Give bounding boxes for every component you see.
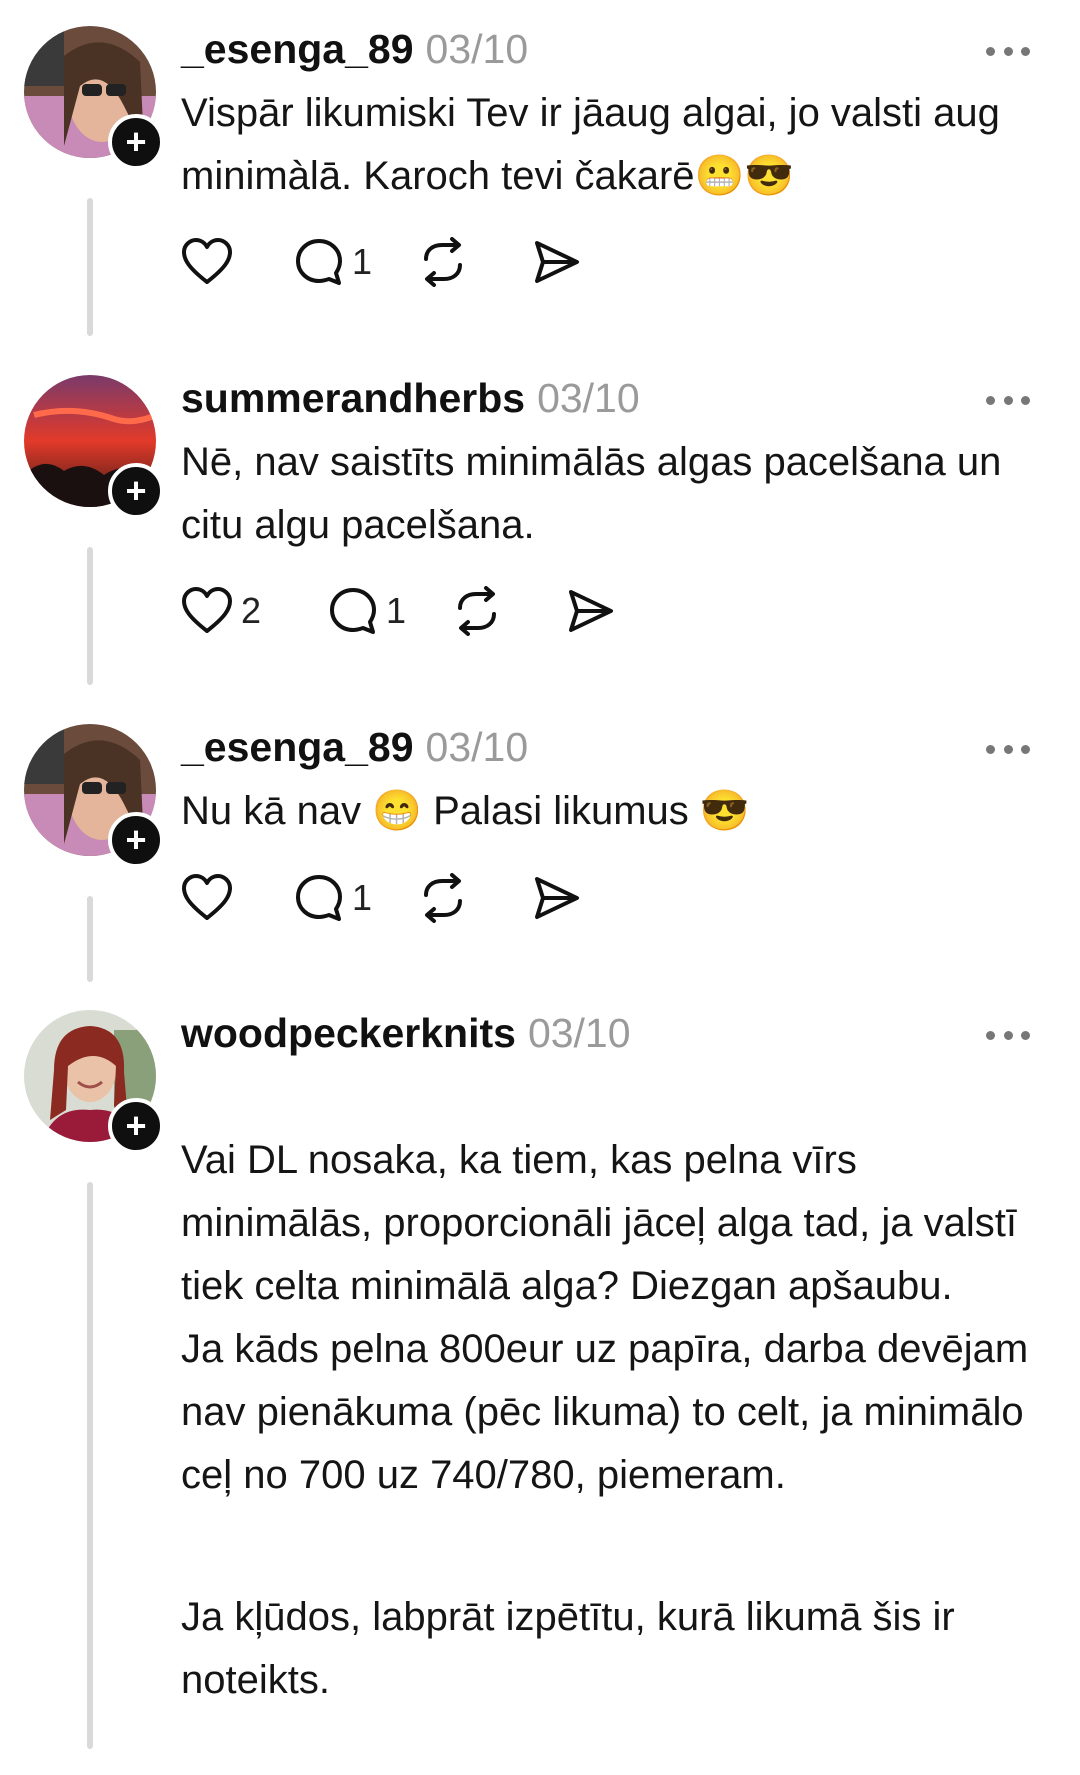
share-button[interactable] bbox=[565, 583, 615, 639]
repost-button[interactable] bbox=[418, 870, 468, 926]
repost-icon bbox=[458, 586, 496, 636]
username[interactable]: _esenga_89 bbox=[181, 724, 414, 771]
more-icon[interactable] bbox=[986, 1028, 1030, 1042]
post-date: 03/10 bbox=[527, 1010, 631, 1056]
username[interactable]: _esenga_89 bbox=[181, 26, 414, 73]
plus-icon: + bbox=[125, 1105, 147, 1146]
follow-button[interactable]: + bbox=[108, 1098, 164, 1154]
post-text: Nē, nav saistīts minimālās algas pacelša… bbox=[181, 431, 1051, 557]
like-button[interactable] bbox=[181, 870, 233, 926]
more-icon[interactable] bbox=[986, 742, 1030, 756]
follow-button[interactable]: + bbox=[108, 463, 164, 519]
reply-count: 1 bbox=[352, 877, 373, 918]
post-paragraph: Vai DL nosaka, ka tiem, kas pelna vīrs m… bbox=[181, 1138, 1029, 1497]
like-count: 2 bbox=[241, 590, 262, 631]
post-text: Vai DL nosaka, ka tiem, kas pelna vīrs m… bbox=[181, 1066, 1051, 1775]
thread-line bbox=[87, 547, 93, 685]
send-icon bbox=[569, 590, 613, 632]
comment-icon bbox=[330, 588, 376, 634]
more-icon[interactable] bbox=[986, 393, 1030, 407]
comment-icon bbox=[296, 875, 342, 921]
post-text: Vispār likumiski Tev ir jāaug algai, jo … bbox=[181, 82, 1051, 208]
post-paragraph: Ja kļūdos, labprāt izpētītu, kurā likumā… bbox=[181, 1595, 955, 1702]
comment-icon bbox=[296, 239, 342, 285]
repost-button[interactable] bbox=[418, 234, 468, 290]
username[interactable]: summerandherbs bbox=[181, 375, 525, 422]
plus-icon: + bbox=[125, 470, 147, 511]
send-icon bbox=[535, 241, 579, 283]
post-header: _esenga_89 03/10 bbox=[181, 26, 528, 82]
reply-count: 1 bbox=[352, 241, 373, 282]
post-header: woodpeckerknits 03/10 bbox=[181, 1010, 631, 1066]
post-date: 03/10 bbox=[425, 724, 529, 770]
post-text-line: Vispār likumiski Tev ir jāaug algai, jo … bbox=[181, 91, 1000, 198]
follow-button[interactable]: + bbox=[108, 114, 164, 170]
plus-icon: + bbox=[125, 819, 147, 860]
repost-icon bbox=[424, 873, 462, 923]
more-icon[interactable] bbox=[986, 44, 1030, 58]
reply-button[interactable]: 1 bbox=[328, 583, 406, 639]
username[interactable]: woodpeckerknits bbox=[181, 1010, 516, 1057]
share-button[interactable] bbox=[531, 870, 581, 926]
post-header: _esenga_89 03/10 bbox=[181, 724, 528, 780]
thread-line bbox=[87, 896, 93, 982]
heart-icon bbox=[182, 874, 232, 920]
post-header: summerandherbs 03/10 bbox=[181, 375, 640, 431]
post-date: 03/10 bbox=[425, 26, 529, 72]
post-text-line: Nē, nav saistīts minimālās algas pacelša… bbox=[181, 440, 1002, 547]
post-text-line: Nu kā nav 😁 Palasi likumus 😎 bbox=[181, 789, 750, 833]
post-date: 03/10 bbox=[537, 375, 640, 421]
reply-button[interactable]: 1 bbox=[294, 870, 372, 926]
follow-button[interactable]: + bbox=[108, 812, 164, 868]
like-button[interactable]: 2 bbox=[181, 583, 261, 639]
repost-button[interactable] bbox=[452, 583, 502, 639]
thread-line bbox=[87, 198, 93, 336]
reply-count: 1 bbox=[386, 590, 407, 631]
heart-icon bbox=[182, 587, 232, 633]
reply-button[interactable]: 1 bbox=[294, 234, 372, 290]
post-text: Nu kā nav 😁 Palasi likumus 😎 bbox=[181, 780, 1051, 843]
send-icon bbox=[535, 877, 579, 919]
thread-line bbox=[87, 1182, 93, 1749]
heart-icon bbox=[182, 238, 232, 284]
plus-icon: + bbox=[125, 121, 147, 162]
repost-icon bbox=[424, 237, 462, 287]
like-button[interactable] bbox=[181, 234, 233, 290]
share-button[interactable] bbox=[531, 234, 581, 290]
